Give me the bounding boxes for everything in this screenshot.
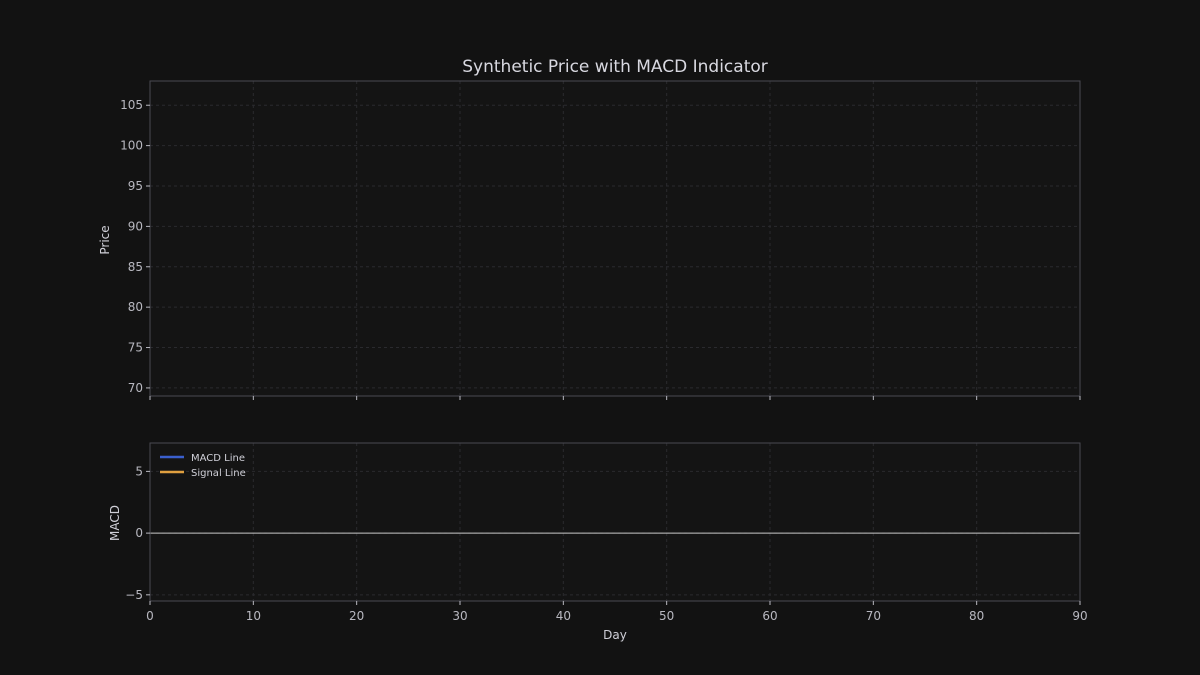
macd-y-axis-label: MACD [108, 505, 122, 541]
price-y-tick-label: 80 [128, 300, 143, 314]
price-axes-area [150, 81, 1080, 396]
macd-x-tick-label: 0 [146, 609, 154, 623]
price-y-tick-label: 95 [128, 179, 143, 193]
macd-y-tick-label: −5 [125, 588, 143, 602]
macd-x-tick-label: 40 [556, 609, 571, 623]
price-y-tick-label: 75 [128, 341, 143, 355]
price-y-tick-label: 105 [120, 98, 143, 112]
macd-figure: 707580859095100105 Synthetic Price with … [0, 0, 1200, 675]
x-axis-label: Day [603, 628, 627, 642]
macd-x-tick-label: 60 [762, 609, 777, 623]
macd-y-tick-label: 0 [135, 526, 143, 540]
macd-x-tick-label: 70 [866, 609, 881, 623]
price-y-tick-label: 100 [120, 139, 143, 153]
price-y-tick-label: 85 [128, 260, 143, 274]
price-panel: 70 75 80 85 90 95 100 105 Synthetic Price with … [98, 57, 1081, 400]
macd-axes-area [150, 443, 1080, 601]
macd-x-tick-label: 90 [1072, 609, 1087, 623]
macd-x-tick-label: 50 [659, 609, 674, 623]
macd-x-tick-label: 20 [349, 609, 364, 623]
price-y-axis-label: Price [98, 225, 112, 254]
macd-y-tick-label: 5 [135, 464, 143, 478]
legend-label-signal-line: Signal Line [191, 468, 246, 479]
price-y-tick-label: 90 [128, 219, 143, 233]
macd-x-tick-label: 10 [246, 609, 261, 623]
macd-x-tick-label: 80 [969, 609, 984, 623]
price-y-tick-label: 70 [128, 381, 143, 395]
chart-title: Synthetic Price with MACD Indicator [462, 57, 768, 77]
macd-x-tick-label: 30 [452, 609, 467, 623]
legend-label-macd-line: MACD Line [191, 453, 245, 464]
